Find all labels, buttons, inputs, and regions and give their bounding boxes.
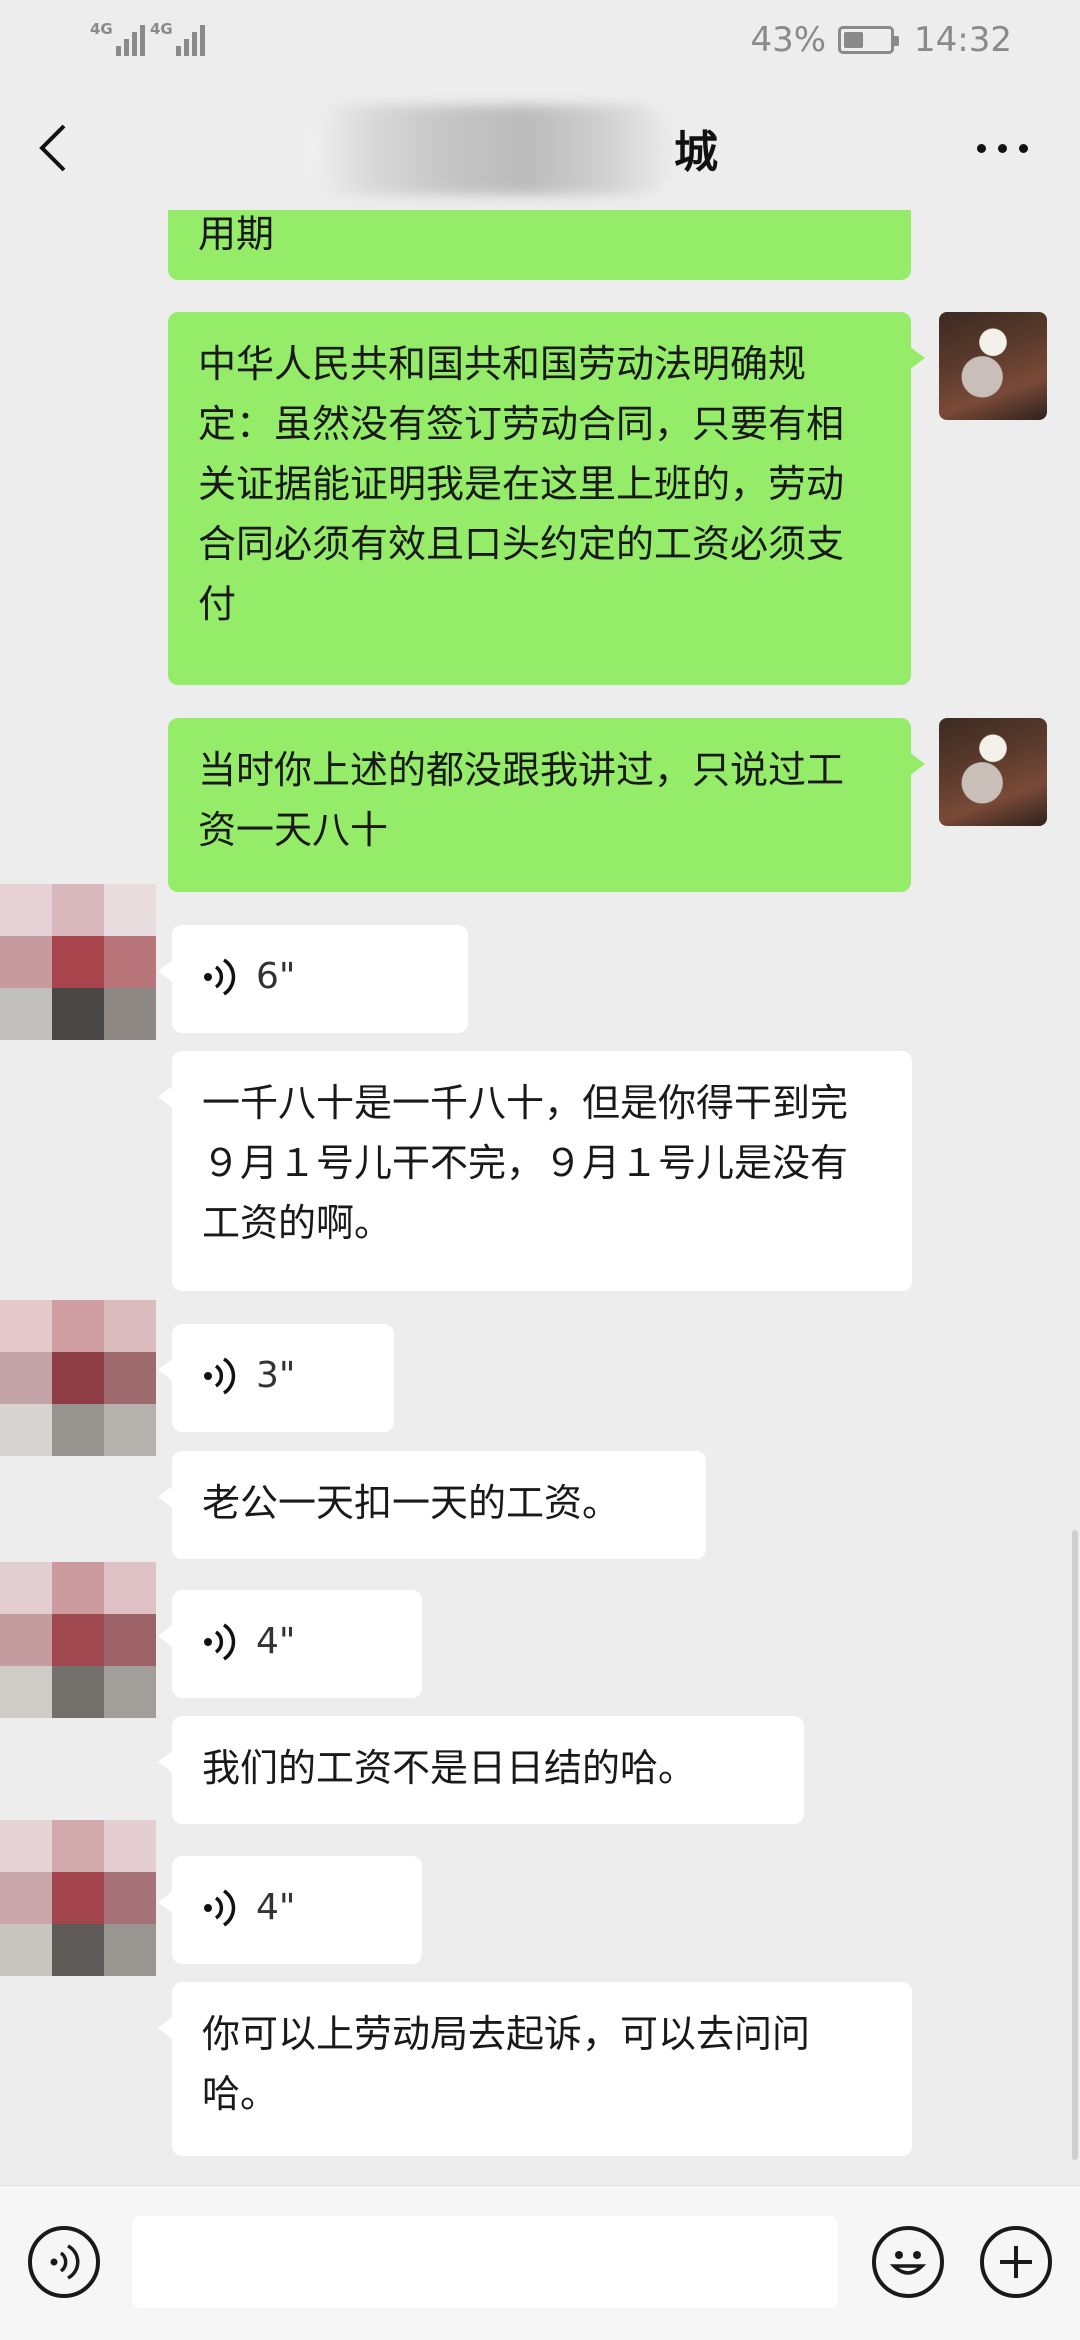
- contact-avatar[interactable]: [0, 884, 156, 1040]
- message-text: 老公一天扣一天的工资。: [202, 1481, 621, 1525]
- voice-message[interactable]: 4": [158, 1856, 422, 1964]
- voice-wave-icon: [204, 1889, 236, 1927]
- voice-wave-icon: [204, 1623, 236, 1661]
- blurred-contact-name: [305, 105, 675, 195]
- message-bubble-incoming[interactable]: 一千八十是一千八十，但是你得干到完９月１号儿干不完，９月１号儿是没有工资的啊。: [158, 1051, 912, 1291]
- battery-icon: [838, 26, 900, 54]
- chevron-left-icon[interactable]: [30, 120, 78, 176]
- message-bubble-outgoing[interactable]: 当时你上述的都没跟我讲过，只说过工资一天八十: [168, 718, 925, 892]
- clock: 14:32: [914, 20, 1012, 60]
- more-dots-icon[interactable]: [977, 144, 1028, 153]
- signal-icon-2: 4G: [150, 20, 208, 56]
- contact-avatar[interactable]: [0, 1300, 156, 1456]
- input-bar: [0, 2185, 1080, 2340]
- contact-avatar[interactable]: [0, 1820, 156, 1976]
- chat-title: 城: [674, 127, 718, 178]
- chat-header: 城: [0, 80, 1080, 210]
- voice-duration: 4": [256, 1887, 296, 1928]
- voice-message[interactable]: 3": [158, 1324, 394, 1432]
- message-bubble-outgoing[interactable]: 用期: [168, 200, 911, 280]
- message-text: 一千八十是一千八十，但是你得干到完９月１号儿干不完，９月１号儿是没有工资的啊。: [202, 1081, 849, 1245]
- message-bubble-incoming[interactable]: 我们的工资不是日日结的哈。: [158, 1716, 804, 1824]
- voice-duration: 4": [256, 1621, 296, 1662]
- message-text: 用期: [198, 212, 275, 256]
- voice-wave-icon: [204, 958, 236, 996]
- message-input[interactable]: [132, 2216, 838, 2308]
- network-type-label-2: 4G: [150, 20, 173, 38]
- voice-duration: 3": [256, 1355, 296, 1396]
- message-bubble-incoming[interactable]: 老公一天扣一天的工资。: [158, 1451, 706, 1559]
- network-type-label: 4G: [90, 20, 113, 38]
- voice-message[interactable]: 4": [158, 1590, 422, 1698]
- plus-icon[interactable]: [980, 2226, 1052, 2298]
- battery-percent: 43%: [750, 20, 827, 60]
- scrollbar[interactable]: [1072, 1530, 1078, 2160]
- emoji-icon[interactable]: [872, 2226, 944, 2298]
- message-text: 我们的工资不是日日结的哈。: [202, 1746, 697, 1790]
- my-avatar[interactable]: [939, 718, 1047, 826]
- message-text: 你可以上劳动局去起诉，可以去问问哈。: [202, 2012, 811, 2116]
- status-bar: 4G 4G 43% 14:32: [0, 0, 1080, 80]
- signal-icon: 4G: [90, 20, 148, 56]
- voice-message[interactable]: 6": [158, 925, 468, 1033]
- message-bubble-outgoing[interactable]: 中华人民共和国共和国劳动法明确规定：虽然没有签订劳动合同，只要有相关证据能证明我…: [168, 312, 925, 685]
- message-text: 当时你上述的都没跟我讲过，只说过工资一天八十: [198, 748, 845, 852]
- voice-duration: 6": [256, 956, 296, 997]
- message-text: 中华人民共和国共和国劳动法明确规定：虽然没有签订劳动合同，只要有相关证据能证明我…: [198, 342, 845, 626]
- my-avatar[interactable]: [939, 312, 1047, 420]
- voice-wave-icon: [204, 1357, 236, 1395]
- voice-input-icon[interactable]: [28, 2226, 100, 2298]
- message-bubble-incoming[interactable]: 你可以上劳动局去起诉，可以去问问哈。: [158, 1982, 912, 2156]
- contact-avatar[interactable]: [0, 1562, 156, 1718]
